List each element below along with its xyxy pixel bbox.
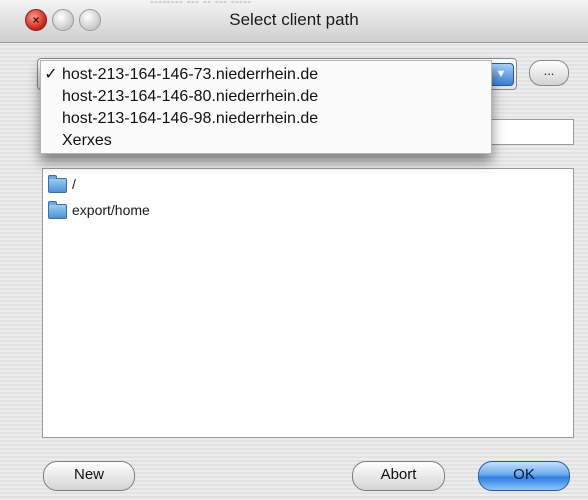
menu-item-host-98[interactable]: host-213-164-146-98.niederrhein.de <box>41 108 491 130</box>
menu-item-xerxes[interactable]: Xerxes <box>41 130 491 152</box>
menu-item-label: host-213-164-146-80.niederrhein.de <box>62 88 319 105</box>
browse-button[interactable]: ... <box>529 60 569 86</box>
menu-item-label: Xerxes <box>62 132 112 149</box>
host-dropdown-menu: ✓ host-213-164-146-73.niederrhein.de hos… <box>40 60 492 154</box>
list-item-label: export/home <box>72 202 150 218</box>
checkmark-icon: ✓ <box>44 66 58 83</box>
window-title: Select client path <box>229 10 359 29</box>
abort-button[interactable]: Abort <box>352 461 445 491</box>
menu-item-label: host-213-164-146-73.niederrhein.de <box>62 66 319 83</box>
ok-button[interactable]: OK <box>478 461 570 491</box>
list-item-label: / <box>72 176 76 192</box>
folder-icon <box>48 201 67 219</box>
path-input[interactable] <box>478 119 574 145</box>
background-window-title: -------- --- -- --- ----- <box>150 0 252 8</box>
dialog-window: -------- --- -- --- ----- × Select clien… <box>0 0 588 500</box>
path-list[interactable]: / export/home <box>42 168 574 438</box>
menu-item-label: host-213-164-146-98.niederrhein.de <box>62 110 319 127</box>
menu-item-host-80[interactable]: host-213-164-146-80.niederrhein.de <box>41 86 491 108</box>
new-button[interactable]: New <box>43 461 135 491</box>
title-bar[interactable]: -------- --- -- --- ----- × Select clien… <box>0 0 588 43</box>
folder-icon <box>48 175 67 193</box>
menu-item-host-73[interactable]: ✓ host-213-164-146-73.niederrhein.de <box>41 64 491 86</box>
